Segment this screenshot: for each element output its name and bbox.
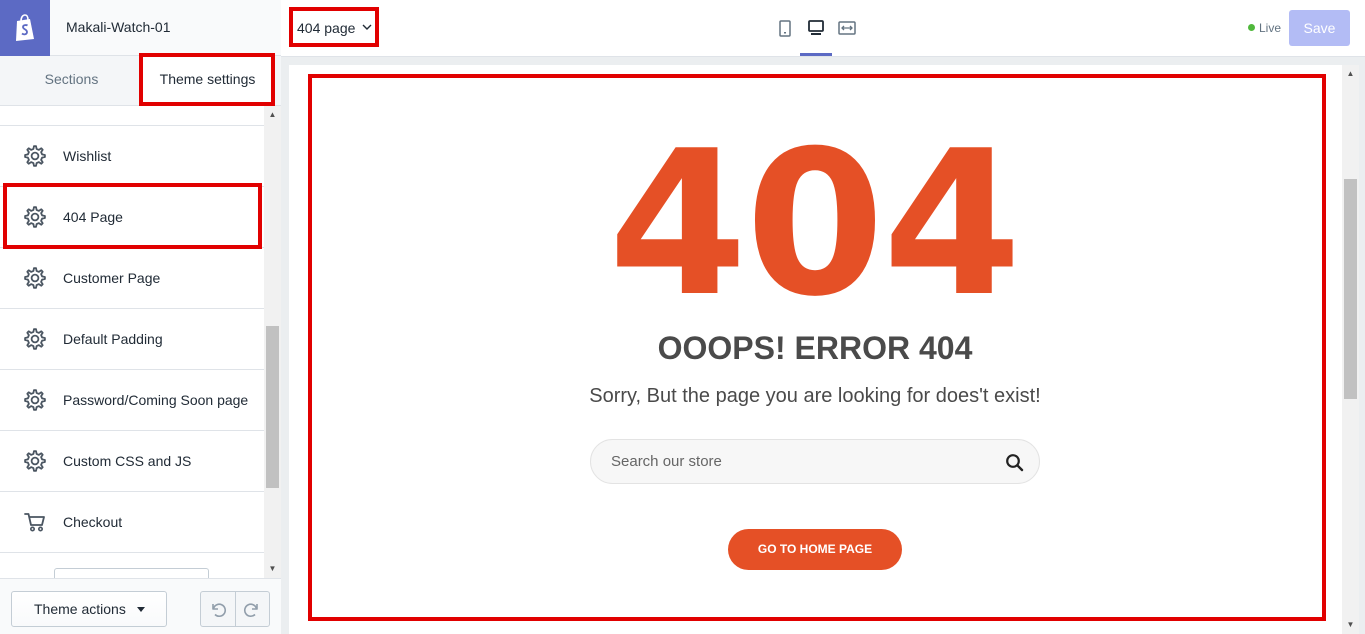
sidebar-item-label: Checkout: [63, 514, 123, 530]
tab-sections[interactable]: Sections: [0, 56, 143, 106]
scroll-down-arrow-icon[interactable]: ▼: [268, 565, 277, 573]
store-header: Makali-Watch-01: [0, 0, 281, 56]
tab-theme-settings[interactable]: Theme settings: [141, 56, 274, 106]
gear-icon: [24, 450, 46, 472]
sidebar-tabs: Sections Theme settings: [0, 56, 281, 106]
scroll-thumb[interactable]: [1344, 179, 1357, 399]
sidebar-footer: Theme actions: [0, 578, 281, 634]
sidebar-item-checkout[interactable]: Checkout: [0, 492, 264, 553]
gear-icon: [24, 145, 46, 167]
error-code: 404: [608, 108, 1021, 341]
search-input[interactable]: [611, 440, 991, 483]
error-title: OOOPS! ERROR 404: [657, 330, 973, 366]
caret-down-icon: [137, 607, 145, 612]
partial-button[interactable]: [54, 568, 209, 578]
scroll-thumb[interactable]: [266, 326, 279, 488]
storefront-preview: 404 OOOPS! ERROR 404 Sorry, But the page…: [289, 65, 1357, 634]
sidebar-item-label: Password/Coming Soon page: [63, 392, 249, 408]
sidebar-item-label: Customer Page: [63, 270, 161, 286]
sidebar-scrollbar[interactable]: ▲ ▼: [264, 106, 281, 578]
gear-icon: [24, 267, 46, 289]
scroll-up-arrow-icon[interactable]: ▲: [1346, 70, 1355, 78]
page-select-value: 404 page: [297, 20, 356, 36]
sidebar-item-label: Wishlist: [63, 148, 112, 164]
sidebar: Makali-Watch-01 Sections Theme settings …: [0, 0, 281, 634]
divider: [235, 592, 236, 626]
desktop-icon: [808, 20, 824, 35]
mobile-view-button[interactable]: [769, 14, 801, 56]
sidebar-item-label: 404 Page: [63, 209, 123, 225]
store-search: [590, 439, 1040, 484]
theme-actions-label: Theme actions: [34, 601, 126, 617]
preview-scrollbar[interactable]: ▲ ▼: [1342, 65, 1359, 634]
save-button[interactable]: Save: [1289, 10, 1350, 46]
live-status: Live: [1248, 21, 1281, 35]
gear-icon: [24, 328, 46, 350]
expand-horizontal-icon: [838, 21, 856, 35]
desktop-view-button[interactable]: [800, 14, 832, 56]
cart-icon: [24, 513, 45, 532]
go-to-home-button[interactable]: GO TO HOME PAGE: [728, 529, 902, 570]
mobile-icon: [779, 20, 791, 37]
undo-redo-group: [200, 591, 270, 627]
shopify-logo[interactable]: [0, 0, 50, 56]
sidebar-item-404-page[interactable]: 404 Page: [0, 187, 264, 248]
scroll-up-arrow-icon[interactable]: ▲: [268, 111, 277, 119]
sidebar-item-customer-page[interactable]: Customer Page: [0, 248, 264, 309]
live-dot-icon: [1248, 24, 1255, 31]
chevron-down-icon: [362, 24, 372, 30]
sidebar-item-label: Custom CSS and JS: [63, 453, 192, 469]
scroll-down-arrow-icon[interactable]: ▼: [1346, 621, 1355, 629]
store-name: Makali-Watch-01: [66, 19, 171, 35]
fullwidth-view-button[interactable]: [831, 14, 863, 56]
page-select-dropdown[interactable]: 404 page: [291, 10, 377, 46]
sidebar-item-default-padding[interactable]: Default Padding: [0, 309, 264, 370]
gear-icon: [24, 389, 46, 411]
undo-icon[interactable]: [208, 599, 228, 619]
sidebar-item-wishlist[interactable]: Wishlist: [0, 126, 264, 187]
error-message: Sorry, But the page you are looking for …: [589, 385, 1041, 407]
redo-icon[interactable]: [242, 599, 262, 619]
theme-actions-button[interactable]: Theme actions: [11, 591, 167, 627]
preview-area: 404 OOOPS! ERROR 404 Sorry, But the page…: [281, 57, 1365, 634]
sidebar-item-custom-css-js[interactable]: Custom CSS and JS: [0, 431, 264, 492]
editor-topbar: 404 page Live Save: [281, 0, 1365, 57]
gear-icon: [24, 206, 46, 228]
settings-list: Wishlist 404 Page Customer Page Default …: [0, 106, 264, 578]
sidebar-item-password-coming-soon[interactable]: Password/Coming Soon page: [0, 370, 264, 431]
sidebar-item-label: Default Padding: [63, 331, 163, 347]
search-icon[interactable]: [1005, 453, 1024, 472]
live-label: Live: [1259, 21, 1282, 35]
